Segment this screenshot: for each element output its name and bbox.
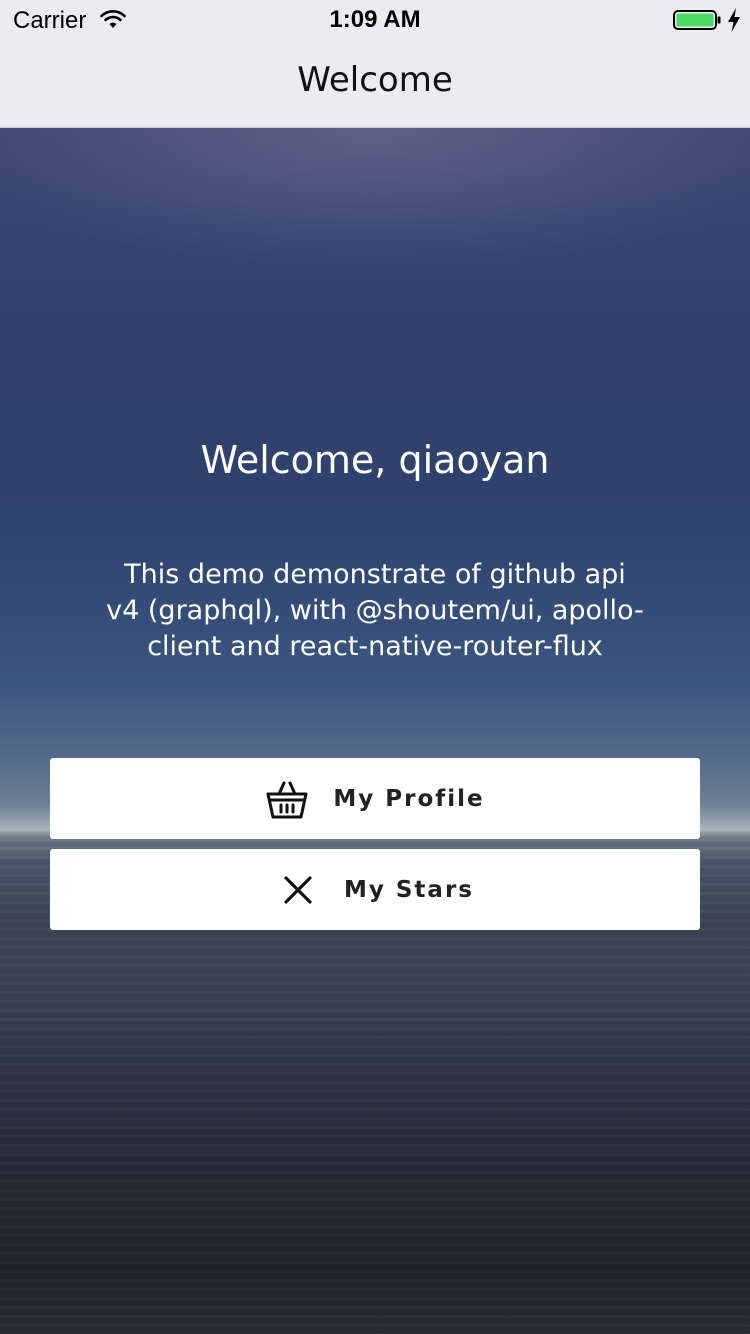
battery-icon	[673, 10, 721, 30]
my-stars-label: My Stars	[343, 876, 474, 903]
close-icon	[284, 875, 312, 904]
my-profile-label: My Profile	[333, 785, 485, 812]
navigation-bar: Welcome	[0, 40, 750, 128]
lightning-bolt-icon	[728, 8, 740, 32]
background-image	[0, 128, 750, 1334]
my-stars-button[interactable]: My Stars	[50, 849, 700, 930]
nav-title: Welcome	[297, 60, 453, 100]
basket-icon	[266, 781, 308, 818]
welcome-heading: Welcome, qiaoyan	[200, 438, 550, 482]
app-screen: Carrier 1:09 AM Welcome Welcome, qiaoyan…	[0, 0, 750, 1334]
my-profile-button[interactable]: My Profile	[50, 758, 700, 839]
description-text: This demo demonstrate of github api v4 (…	[106, 559, 644, 662]
status-bar: Carrier 1:09 AM	[0, 0, 750, 40]
status-time: 1:09 AM	[329, 6, 421, 33]
